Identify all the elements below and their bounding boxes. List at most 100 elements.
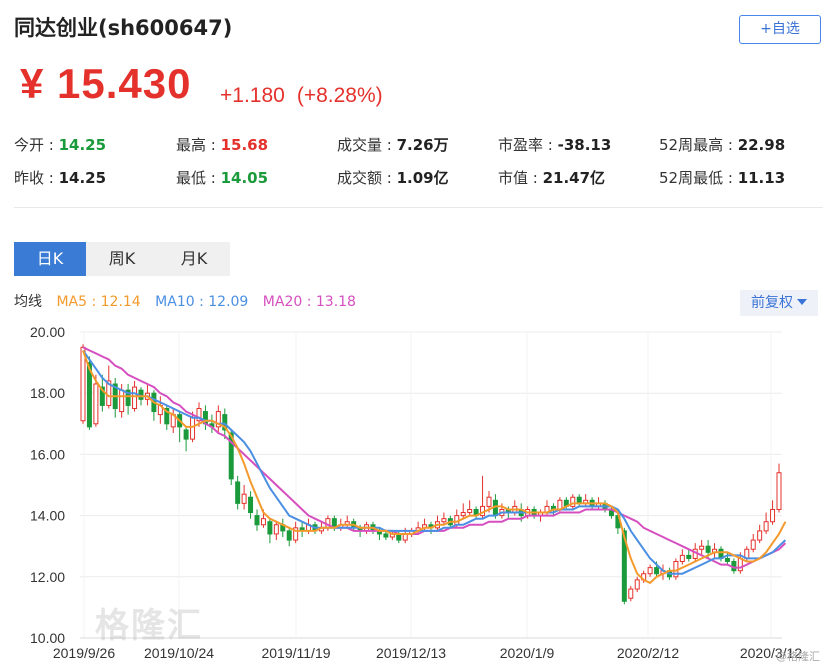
candle-body [260,518,266,526]
currency-symbol: ¥ [20,60,45,107]
candle-body [254,515,260,526]
ma5-line [82,350,787,585]
candle-body [441,518,447,523]
candle-body [770,508,776,523]
stat-open-label: 今开 : [14,136,59,154]
current-price: ¥ 15.430 [20,60,192,108]
candle-body [750,539,756,550]
candle-body [267,521,273,535]
candle-body [235,481,241,504]
y-tick-label: 10.00 [30,630,65,646]
x-tick-label: 2019/9/26 [53,645,115,661]
stat-pe: 市盈率 : -38.13 [498,134,611,155]
adjust-dropdown[interactable]: 前复权 [740,290,818,316]
candle-body [383,533,389,538]
stat-market-cap: 市值 : 21.47亿 [498,167,605,188]
change-percent: (+8.28%) [296,84,383,107]
candle-body [654,567,660,575]
candle-body [763,521,769,532]
stat-52wk-low-label: 52周最低 : [659,169,738,187]
candle-body [93,383,99,425]
add-favorite-button[interactable]: +自选 [739,15,821,44]
candle-body [286,530,292,541]
candle-body [183,429,189,440]
ma20-line [82,346,787,569]
candle-body [628,588,634,599]
candle-body [724,557,730,563]
candle-body [634,579,640,590]
stat-turnover-label: 成交额 : [337,169,397,187]
stat-52wk-high-label: 52周最高 : [659,136,738,154]
chevron-down-icon [797,299,807,305]
stat-volume-label: 成交量 : [337,136,397,154]
candle-body [705,545,711,553]
candle-body [80,346,86,422]
candle-body [679,554,685,563]
stat-high: 最高 : 15.68 [176,134,268,155]
stat-prev-close-label: 昨收 : [14,169,59,187]
stat-turnover-value: 1.09亿 [396,169,449,187]
x-tick-label: 2019/10/24 [144,645,214,661]
stat-low-value: 14.05 [220,169,269,187]
candle-body [699,545,705,550]
price-change: +1.180 (+8.28%) [220,84,383,108]
tab-weekly[interactable]: 周K [86,242,158,276]
stat-volume-value: 7.26万 [396,136,449,154]
stat-high-value: 15.68 [220,136,269,154]
candle-body [737,557,743,572]
y-tick-label: 12.00 [30,569,65,585]
section-divider [14,207,823,208]
stat-low: 最低 : 14.05 [176,167,268,188]
stat-open: 今开 : 14.25 [14,134,106,155]
candle-body [132,386,138,410]
stat-52wk-high: 52周最高 : 22.98 [659,134,785,155]
candle-body [757,530,763,541]
candle-body [119,389,125,413]
candle-body [460,512,466,517]
x-tick-label: 2019/11/19 [261,645,330,661]
stat-prev-close: 昨收 : 14.25 [14,167,106,188]
stat-low-label: 最低 : [176,169,221,187]
stat-turnover: 成交额 : 1.09亿 [337,167,449,188]
candle-body [647,567,653,575]
ma20-legend: MA20 : 13.18 [262,294,356,310]
stat-high-label: 最高 : [176,136,221,154]
stat-pe-value: -38.13 [557,136,612,154]
ma-label: 均线 [14,294,42,310]
stat-market-cap-value: 21.47亿 [542,169,606,187]
tab-monthly[interactable]: 月K [158,242,230,276]
ma10-legend: MA10 : 12.09 [155,294,249,310]
tab-daily[interactable]: 日K [14,242,86,276]
stat-pe-label: 市盈率 : [498,136,558,154]
period-tabs: 日K 周K 月K [14,242,230,276]
price-value: 15.430 [57,60,192,107]
candle-body [686,554,692,559]
candle-body [241,493,247,504]
y-tick-label: 14.00 [30,508,65,524]
stat-52wk-low: 52周最低 : 11.13 [659,167,785,188]
x-tick-label: 2019/12/13 [376,645,446,661]
candle-body [248,496,254,514]
adjust-dropdown-label: 前复权 [751,295,793,311]
x-tick-label: 2020/2/12 [617,645,679,661]
y-tick-label: 16.00 [30,446,65,462]
candle-body [273,524,279,535]
candle-body [467,508,473,514]
stat-volume: 成交量 : 7.26万 [337,134,449,155]
change-value: +1.180 [220,84,285,107]
watermark-logo: 格隆汇 [95,606,203,646]
ma-legend: 均线 MA5 : 12.14 MA10 : 12.09 MA20 : 13.18 [14,291,366,311]
stock-title: 同达创业(sh600647) [14,16,233,40]
y-tick-label: 20.00 [30,324,65,340]
y-tick-label: 18.00 [30,385,65,401]
stat-market-cap-label: 市值 : [498,169,543,187]
candle-body [776,472,782,510]
candle-body [486,496,492,507]
candle-body [190,417,196,440]
stat-open-value: 14.25 [58,136,107,154]
x-tick-label: 2020/1/9 [500,645,555,661]
ma5-legend: MA5 : 12.14 [56,294,141,310]
ma10-line [82,349,787,575]
source-credit: @格隆汇 [776,650,820,663]
stat-prev-close-value: 14.25 [58,169,107,187]
